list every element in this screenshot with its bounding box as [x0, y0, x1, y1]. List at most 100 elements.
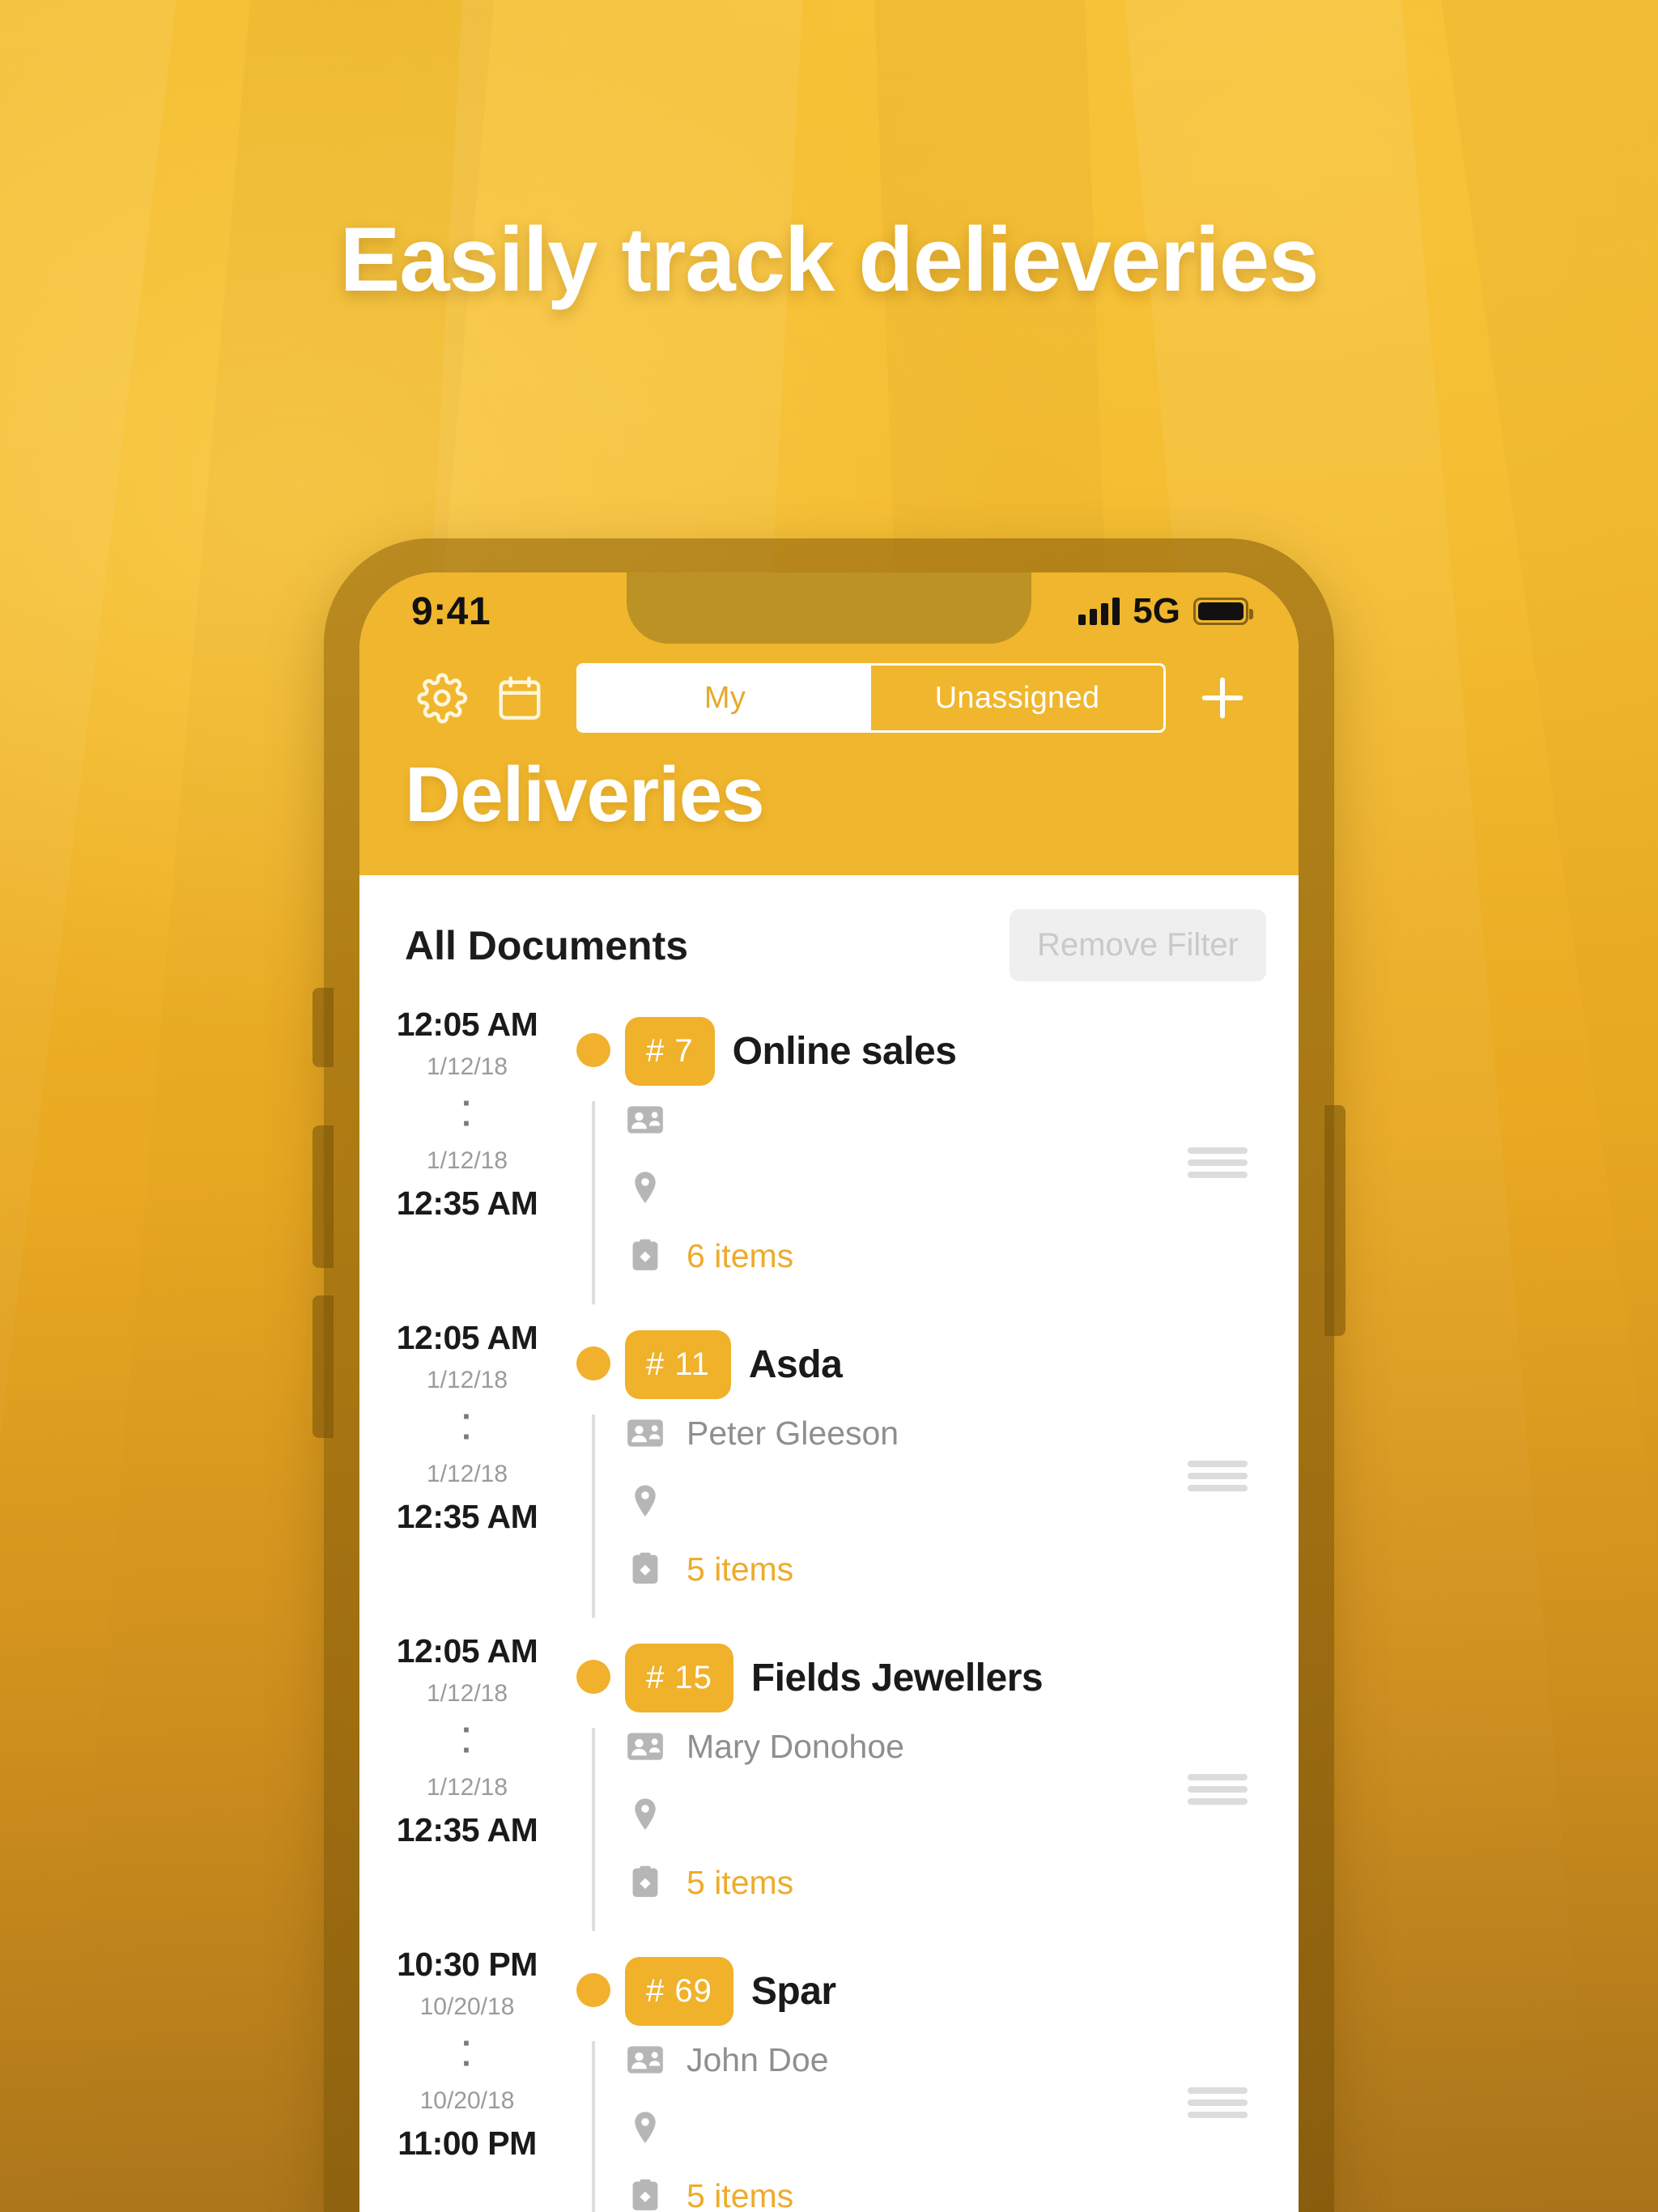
drag-handle-icon[interactable] — [1188, 1455, 1248, 1497]
filter-title: All Documents — [405, 922, 689, 968]
delivery-contact-row: Peter Gleeson — [625, 1399, 1169, 1467]
delivery-row[interactable]: 10:30 PM 10/20/18 · · 10/20/18 11:00 PM #… — [359, 1946, 1299, 2212]
contact-card-icon — [625, 1413, 665, 1453]
delivery-contact-name: Peter Gleeson — [687, 1414, 899, 1452]
delivery-drag-handle[interactable] — [1169, 1946, 1266, 2212]
delivery-timeline-marker — [562, 1006, 625, 1319]
delivery-number-badge: # 69 — [625, 1957, 733, 2026]
tab-my[interactable]: My — [579, 666, 871, 730]
filter-bar: All Documents Remove Filter — [359, 875, 1299, 1006]
deliveries-list: All Documents Remove Filter 12:05 AM 1/1… — [359, 875, 1299, 2212]
plus-icon[interactable] — [1184, 659, 1261, 737]
delivery-contact-row — [625, 1086, 1169, 1154]
promo-headline: Easily track delieveries — [339, 209, 1320, 310]
delivery-end-date: 1/12/18 — [426, 1460, 508, 1487]
delivery-drag-handle[interactable] — [1169, 1632, 1266, 1946]
map-pin-icon — [625, 1481, 665, 1521]
delivery-drag-handle[interactable] — [1169, 1006, 1266, 1319]
contact-card-icon — [625, 2040, 665, 2080]
timeline-ellipsis-icon: · · — [461, 1712, 473, 1768]
delivery-timeline: 12:05 AM 1/12/18 · · 1/12/18 12:35 AM — [359, 1319, 562, 1632]
remove-filter-button[interactable]: Remove Filter — [1010, 909, 1266, 981]
delivery-timeline: 10:30 PM 10/20/18 · · 10/20/18 11:00 PM — [359, 1946, 562, 2212]
calendar-icon[interactable] — [481, 659, 559, 737]
delivery-timeline-marker — [562, 1946, 625, 2212]
delivery-start-time: 12:05 AM — [396, 1006, 538, 1043]
cellular-bars-icon — [1078, 598, 1120, 625]
delivery-items-count: 6 items — [687, 1236, 794, 1274]
delivery-items-row: 5 items — [625, 1848, 1169, 1916]
delivery-end-date: 1/12/18 — [426, 1773, 508, 1801]
delivery-end-date: 10/20/18 — [419, 2087, 515, 2114]
delivery-contact-name: Mary Donohoe — [687, 1727, 904, 1765]
delivery-number-badge: # 11 — [625, 1330, 731, 1399]
delivery-address-row — [625, 1154, 1169, 1222]
delivery-contact-row: Mary Donohoe — [625, 1712, 1169, 1780]
status-bar-time: 9:41 — [411, 589, 491, 633]
drag-handle-icon[interactable] — [1188, 2082, 1248, 2124]
drag-handle-icon[interactable] — [1188, 1142, 1248, 1184]
map-pin-icon — [625, 1794, 665, 1835]
delivery-end-time: 11:00 PM — [397, 2124, 537, 2162]
map-pin-icon — [625, 1168, 665, 1208]
delivery-row[interactable]: 12:05 AM 1/12/18 · · 1/12/18 12:35 AM # 1… — [359, 1632, 1299, 1946]
status-dot-icon — [576, 1346, 610, 1380]
delivery-details: # 69 Spar John Doe 5 items — [625, 1946, 1169, 2212]
delivery-address-row — [625, 1467, 1169, 1535]
delivery-items-count: 5 items — [687, 1550, 794, 1588]
delivery-items-count: 5 items — [687, 1863, 794, 1901]
timeline-ellipsis-icon: · · — [461, 1086, 473, 1142]
delivery-address-row — [625, 1780, 1169, 1848]
delivery-details: # 7 Online sales 6 items — [625, 1006, 1169, 1319]
delivery-start-date: 10/20/18 — [419, 1993, 515, 2020]
delivery-address-row — [625, 2094, 1169, 2162]
delivery-end-time: 12:35 AM — [396, 1184, 538, 1222]
delivery-items-row: 5 items — [625, 2162, 1169, 2212]
delivery-drag-handle[interactable] — [1169, 1319, 1266, 1632]
delivery-items-row: 5 items — [625, 1535, 1169, 1603]
status-bar-indicators: 5G — [1078, 591, 1253, 632]
delivery-timeline-marker — [562, 1319, 625, 1632]
gear-icon[interactable] — [403, 659, 481, 737]
status-dot-icon — [576, 1973, 610, 2007]
phone-power-button[interactable] — [1324, 1105, 1346, 1336]
timeline-connector-line — [592, 1101, 595, 1304]
delivery-title-line: # 15 Fields Jewellers — [625, 1644, 1169, 1712]
delivery-end-time: 12:35 AM — [396, 1497, 538, 1535]
drag-handle-icon[interactable] — [1188, 1768, 1248, 1810]
delivery-title-line: # 69 Spar — [625, 1957, 1169, 2026]
delivery-details: # 15 Fields Jewellers Mary Donohoe 5 ite… — [625, 1632, 1169, 1946]
delivery-timeline-marker — [562, 1632, 625, 1946]
delivery-details: # 11 Asda Peter Gleeson 5 items — [625, 1319, 1169, 1632]
phone-volume-down-button[interactable] — [312, 1295, 334, 1438]
delivery-number-badge: # 15 — [625, 1644, 733, 1712]
contact-card-icon — [625, 1100, 665, 1140]
delivery-timeline: 12:05 AM 1/12/18 · · 1/12/18 12:35 AM — [359, 1632, 562, 1946]
delivery-end-time: 12:35 AM — [396, 1810, 538, 1848]
timeline-ellipsis-icon: · · — [461, 2026, 473, 2082]
status-bar-network: 5G — [1133, 591, 1180, 631]
delivery-title: Asda — [748, 1343, 843, 1386]
timeline-ellipsis-icon: · · — [461, 1399, 473, 1455]
phone-mute-switch[interactable] — [312, 988, 334, 1067]
map-pin-icon — [625, 2108, 665, 2148]
delivery-start-date: 1/12/18 — [426, 1680, 508, 1707]
delivery-timeline: 12:05 AM 1/12/18 · · 1/12/18 12:35 AM — [359, 1006, 562, 1319]
status-dot-icon — [576, 1033, 610, 1067]
timeline-connector-line — [592, 1414, 595, 1618]
delivery-title: Online sales — [732, 1030, 957, 1073]
delivery-start-date: 1/12/18 — [426, 1367, 508, 1393]
delivery-row[interactable]: 12:05 AM 1/12/18 · · 1/12/18 12:35 AM # 7… — [359, 1006, 1299, 1319]
tab-segmented-control[interactable]: My Unassigned — [576, 663, 1166, 733]
delivery-items-count: 5 items — [687, 2176, 794, 2212]
delivery-items-row: 6 items — [625, 1222, 1169, 1290]
tab-unassigned[interactable]: Unassigned — [871, 666, 1163, 730]
delivery-row[interactable]: 12:05 AM 1/12/18 · · 1/12/18 12:35 AM # 1… — [359, 1319, 1299, 1632]
package-box-icon — [625, 1549, 665, 1589]
timeline-connector-line — [592, 2041, 595, 2212]
delivery-end-date: 1/12/18 — [426, 1146, 508, 1174]
package-box-icon — [625, 1862, 665, 1903]
package-box-icon — [625, 2176, 665, 2212]
phone-volume-up-button[interactable] — [312, 1125, 334, 1268]
phone-screen: 9:41 5G My Unassigned Deliveries All Doc… — [359, 572, 1299, 2212]
